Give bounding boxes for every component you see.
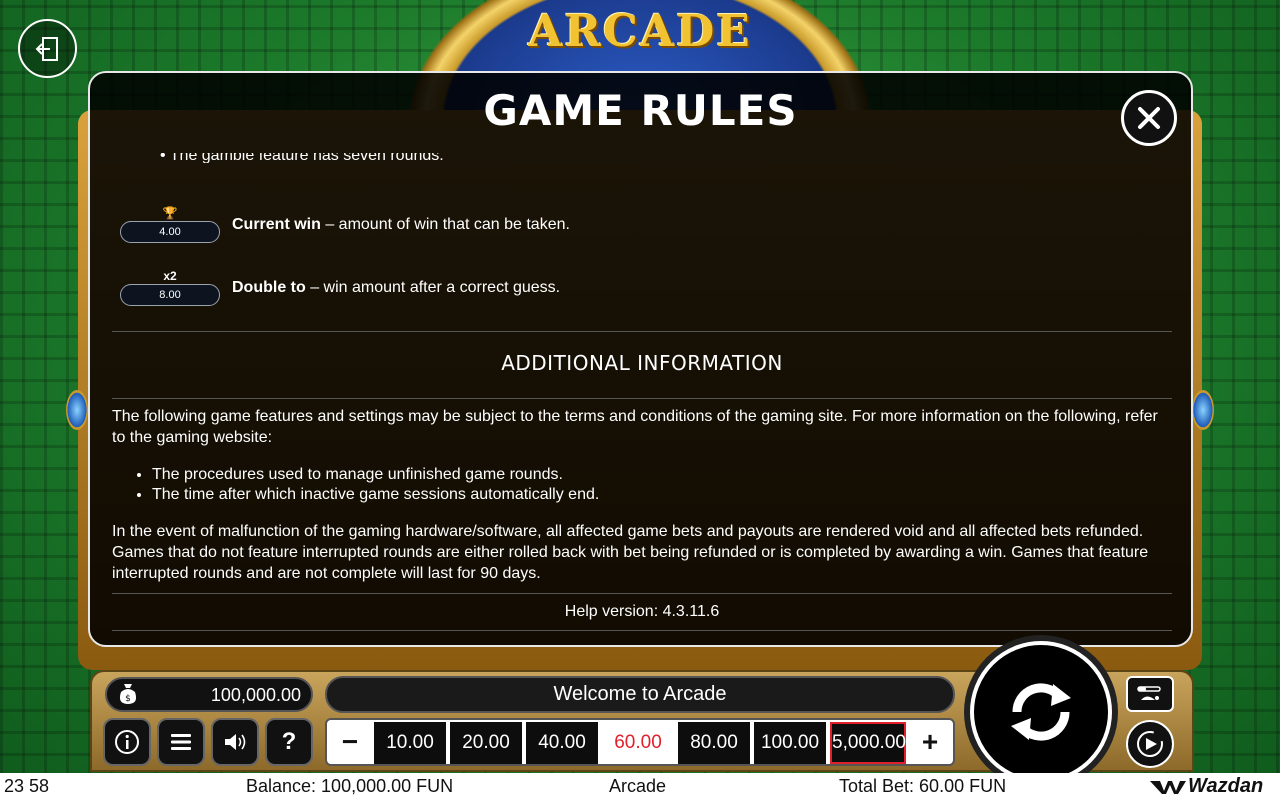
list-item: The procedures used to manage unfinished… [152, 465, 599, 485]
game-logo: ARCADE [528, 6, 752, 57]
feature-current-win: 🏆 4.00 Current win – amount of win that … [120, 205, 570, 243]
section-title-additional: ADDITIONAL INFORMATION [501, 351, 783, 375]
rules-content[interactable]: • The gamble feature has seven rounds. 🏆… [112, 151, 1172, 645]
list-item: The time after which inactive game sessi… [152, 485, 599, 505]
help-version: Help version: 4.3.11.6 [564, 603, 720, 620]
message-box: Welcome to Arcade [325, 676, 955, 713]
status-balance: Balance: 100,000.00 FUN [246, 776, 454, 796]
turbo-button[interactable] [1126, 676, 1174, 712]
game-rules-modal: GAME RULES • The gamble feature has seve… [88, 71, 1193, 647]
balance-display: $ 100,000.00 [105, 677, 313, 712]
bet-option[interactable]: 10.00 [374, 722, 446, 764]
double-icon: x2 [163, 269, 177, 283]
menu-icon [171, 734, 191, 750]
bet-option[interactable]: 100.00 [754, 722, 826, 764]
divider [112, 630, 1172, 631]
feature-double-to: x2 8.00 Double to – win amount after a c… [120, 268, 560, 306]
brand-name: Wazdan [1188, 775, 1264, 797]
money-bag-icon: $ [115, 682, 140, 707]
modal-title: GAME RULES [483, 86, 798, 135]
status-bar: 23 58 Balance: 100,000.00 FUN Arcade Tot… [0, 773, 1280, 800]
divider [112, 593, 1172, 594]
info-button[interactable] [103, 718, 151, 766]
bet-option[interactable]: 20.00 [450, 722, 522, 764]
feature-desc: – win amount after a correct guess. [305, 278, 561, 296]
bet-increase-button[interactable]: + [910, 722, 950, 764]
bullet-list: The procedures used to manage unfinished… [152, 465, 599, 505]
bet-option[interactable]: 40.00 [526, 722, 598, 764]
help-button[interactable]: ? [265, 718, 313, 766]
brand-logo: Wazdan [1150, 773, 1263, 800]
spin-refresh-icon [1011, 683, 1071, 741]
feature-name: Current win [232, 215, 321, 233]
autoplay-button[interactable] [1126, 720, 1174, 768]
divider [112, 398, 1172, 399]
bet-decrease-button[interactable]: − [330, 722, 370, 764]
divider [112, 331, 1172, 332]
balance-value: 100,000.00 [210, 685, 301, 705]
paragraph-malfunction: In the event of malfunction of the gamin… [112, 523, 1149, 582]
close-button[interactable] [1121, 90, 1177, 146]
spin-button[interactable] [970, 641, 1112, 783]
bet-option[interactable]: 80.00 [678, 722, 750, 764]
speaker-icon [225, 734, 246, 750]
clock: 23 58 [4, 776, 50, 796]
exit-button[interactable] [18, 19, 77, 78]
trophy-icon: 🏆 [162, 206, 178, 220]
current-win-pill: 4.00 [120, 221, 220, 243]
sound-button[interactable] [211, 718, 259, 766]
status-game-name: Arcade [609, 776, 667, 796]
close-icon [1138, 107, 1160, 129]
turtle-icon [1137, 686, 1161, 700]
bet-option-selected[interactable]: 60.00 [602, 722, 674, 764]
left-gem-decoration [66, 390, 88, 430]
status-total-bet: Total Bet: 60.00 FUN [839, 776, 1007, 796]
svg-text:$: $ [125, 694, 131, 704]
feature-name: Double to [232, 278, 306, 296]
info-icon [115, 730, 139, 754]
wazdan-w-icon [1150, 780, 1186, 794]
menu-button[interactable] [157, 718, 205, 766]
clipped-bullet: • The gamble feature has seven rounds. [160, 153, 444, 163]
paragraph-terms: The following game features and settings… [112, 408, 1158, 446]
autoplay-icon [1137, 731, 1163, 757]
question-icon: ? [281, 728, 297, 755]
bet-option-max[interactable]: 5,000.00 [830, 722, 906, 764]
right-gem-decoration [1192, 390, 1214, 430]
feature-desc: – amount of win that can be taken. [320, 215, 570, 233]
double-to-pill: 8.00 [120, 284, 220, 306]
exit-icon [35, 36, 58, 61]
